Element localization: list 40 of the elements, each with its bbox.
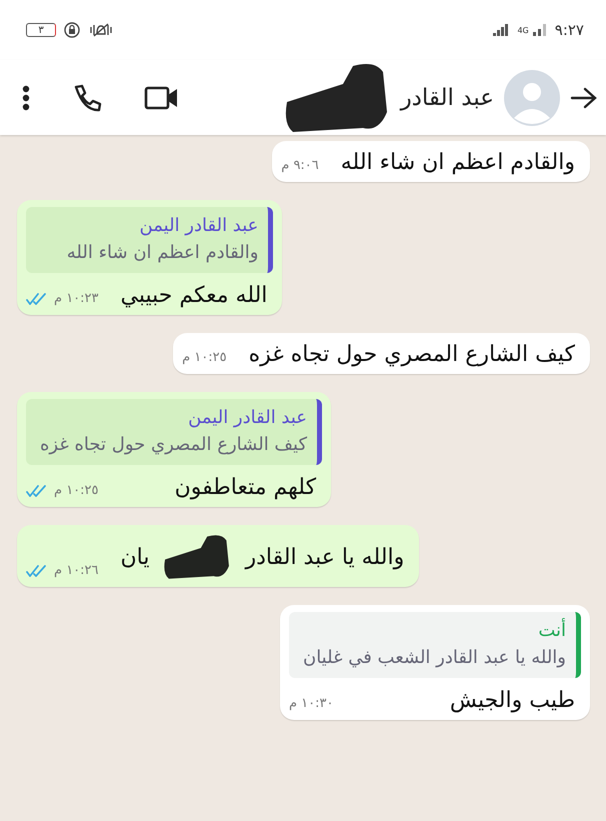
message-time: ١٠:٣٠ م xyxy=(288,696,334,711)
message-time: ١٠:٢٥ م xyxy=(54,483,98,498)
signal-icon xyxy=(493,24,510,36)
quote-author: أنت xyxy=(537,620,566,641)
quote-text: والقادم اعظم ان شاء الله xyxy=(66,242,258,263)
phone-icon[interactable] xyxy=(72,82,102,112)
message-bubble[interactable]: أنت والله يا عبد القادر الشعب في غليان طيب والجيش ١٠:٣٠ م xyxy=(280,605,590,720)
video-call-icon[interactable] xyxy=(144,86,178,110)
network-type: 4G xyxy=(517,26,529,34)
quote-text: والله يا عبد القادر الشعب في غليان xyxy=(302,647,566,668)
message-bubble[interactable]: عبد القادر اليمن كيف الشارع المصري حول تجاه غزه كلهم متعاطفون ١٠:٢٥ م xyxy=(17,392,332,507)
message-time: ٩:٠٦ م xyxy=(281,158,319,173)
message-bubble[interactable]: كيف الشارع المصري حول تجاه غزه ١٠:٢٥ م xyxy=(173,333,590,374)
message-bubble[interactable]: والله يا عبد القادر يان ١٠:٢٦ م xyxy=(17,525,420,587)
message-text: كلهم متعاطفون xyxy=(174,475,316,500)
message-time: ١٠:٢٦ م xyxy=(54,563,98,578)
clock-time: ٩:٢٧ xyxy=(554,21,584,39)
message-bubble[interactable]: والقادم اعظم ان شاء الله ٩:٠٦ م xyxy=(272,141,590,182)
back-arrow-icon[interactable] xyxy=(570,86,598,110)
menu-icon[interactable] xyxy=(22,84,30,110)
quote-text: كيف الشارع المصري حول تجاه غزه xyxy=(40,434,308,455)
quote-author: عبد القادر اليمن xyxy=(187,407,308,428)
message-text: كيف الشارع المصري حول تجاه غزه xyxy=(248,342,575,367)
vibrate-off-icon xyxy=(88,22,114,38)
message-text: والقادم اعظم ان شاء الله xyxy=(340,150,575,175)
message-time: ١٠:٢٥ م xyxy=(182,350,227,365)
quoted-message[interactable]: عبد القادر اليمن كيف الشارع المصري حول تجاه غزه xyxy=(26,399,322,465)
message-bubble[interactable]: عبد القادر اليمن والقادم اعظم ان شاء الله الله معكم حبيبي ١٠:٢٣ م xyxy=(17,200,282,315)
signal-icon xyxy=(532,24,547,36)
message-text: الله معكم حبيبي xyxy=(120,283,268,308)
quote-author: عبد القادر اليمن xyxy=(138,215,258,236)
message-time: ١٠:٢٣ م xyxy=(54,291,98,306)
contact-name[interactable]: عبد القادر xyxy=(400,84,494,110)
message-text: والله يا عبد القادر xyxy=(245,544,404,570)
battery-icon: ٣ xyxy=(26,23,56,37)
message-text: يان xyxy=(120,544,150,570)
quoted-message[interactable]: عبد القادر اليمن والقادم اعظم ان شاء الله xyxy=(26,207,274,273)
message-text: طيب والجيش xyxy=(450,688,575,713)
quoted-message[interactable]: أنت والله يا عبد القادر الشعب في غليان xyxy=(288,612,581,678)
rotation-lock-icon xyxy=(64,22,80,38)
